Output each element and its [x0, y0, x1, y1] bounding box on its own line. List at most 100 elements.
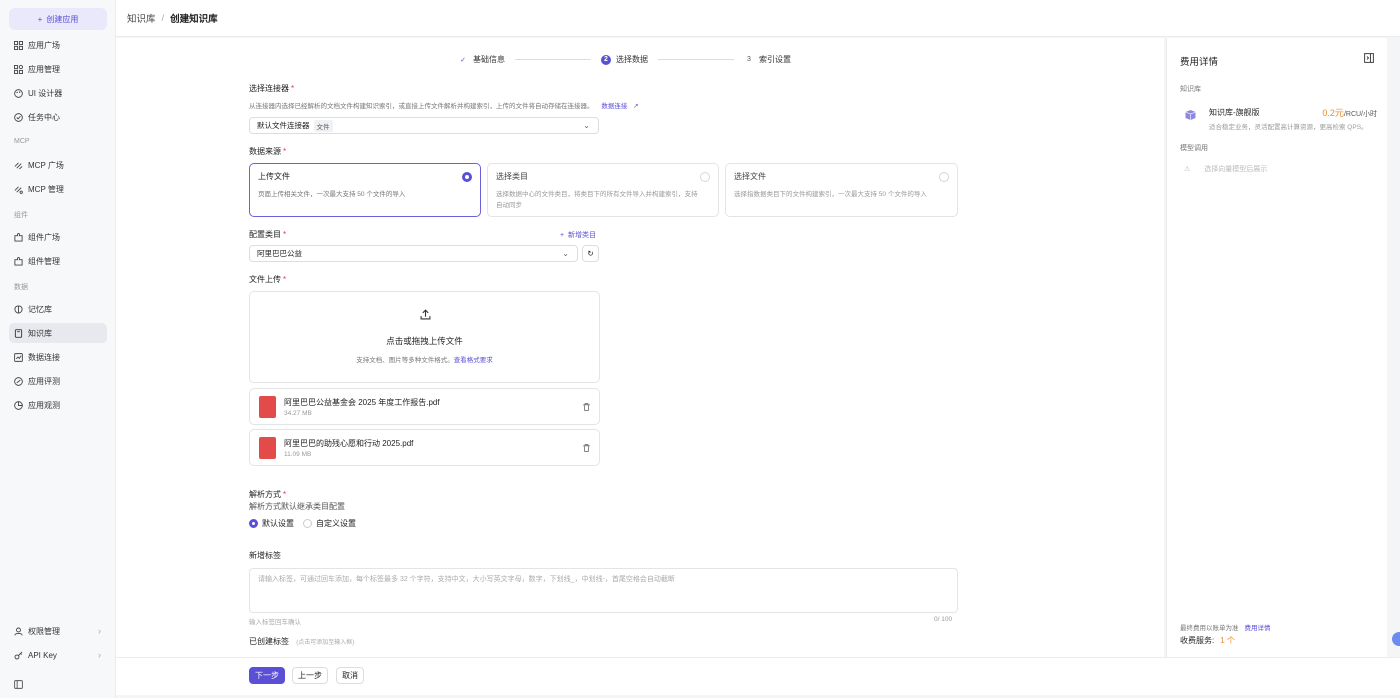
sidebar-item-app-plaza[interactable]: 应用广场 [9, 35, 107, 55]
chart-icon [14, 352, 23, 362]
step-basic-info: ✓ 基础信息 [458, 54, 505, 65]
kb-section-label: 知识库 [1180, 86, 1201, 93]
sidebar-item-api-key[interactable]: API Key › [9, 645, 107, 665]
nav-group-data: 数据 [14, 284, 28, 291]
kb-price: 0.2元/RCU/小时 [1322, 108, 1377, 118]
sidebar-item-memory[interactable]: 记忆库 [9, 299, 107, 319]
book-icon [14, 328, 23, 338]
step-divider [658, 59, 734, 60]
category-label: 配置类目 * [249, 230, 287, 239]
sidebar-item-app-manage[interactable]: 应用管理 [9, 59, 107, 79]
sidebar-item-component-manage[interactable]: 组件管理 [9, 251, 107, 271]
radio-selected[interactable] [462, 172, 472, 182]
sidebar-item-mcp-plaza[interactable]: MCP 广场 [9, 155, 107, 175]
step-select-data: 2 选择数据 [601, 54, 648, 65]
sidebar-item-app-eval[interactable]: 应用评测 [9, 371, 107, 391]
cost-panel-title: 费用详情 [1180, 57, 1219, 68]
chevron-down-icon: ⌄ [562, 249, 569, 258]
source-option-file[interactable]: 选择文件 选择指数据类目下的文件构建索引，一次最大支持 50 个文件的导入 [725, 163, 958, 217]
connector-type-tag: 文件 [313, 119, 333, 132]
mcp-icon [14, 161, 23, 170]
pie-icon [14, 400, 23, 410]
create-app-button[interactable]: + 创建应用 [9, 8, 107, 30]
connector-select[interactable]: 默认文件连接器 文件 ⌄ [249, 117, 599, 134]
source-option-upload[interactable]: 上传文件 页面上传相关文件，一次最大支持 50 个文件的导入 [249, 163, 481, 217]
source-option-category[interactable]: 选择类目 选择数据中心的文件类目，将类目下的所有文件导入并构建索引，支持自动同步 [487, 163, 719, 217]
breadcrumb: 知识库 / 创建知识库 [116, 0, 1400, 37]
created-tags-label: 已创建标签 (点击可添加至输入框) [249, 637, 355, 646]
step-indicator: ✓ 基础信息 2 选择数据 3 索引设置 [458, 54, 791, 65]
chevron-right-icon: › [98, 626, 101, 636]
panel-collapse-icon[interactable] [1364, 53, 1374, 63]
sidebar: + 创建应用 应用广场 应用管理 UI 设计器 任务中心 MCP MCP 广场 … [0, 0, 116, 698]
add-category-button[interactable]: + 新增类目 [560, 230, 596, 240]
cost-panel: 费用详情 知识库 知识库-旗舰版 0.2元/RCU/小时 适合稳定业务，灵活配置… [1166, 38, 1387, 657]
footer-actions: 下一步 上一步 取消 [116, 657, 1400, 695]
sidebar-item-data-connection[interactable]: 数据连接 [9, 347, 107, 367]
next-button[interactable]: 下一步 [249, 667, 285, 684]
upload-dropzone[interactable]: 点击或拖拽上传文件 支持文档、图片等多种文件格式。查看格式要求 [249, 291, 600, 383]
sidebar-item-knowledge-base[interactable]: 知识库 [9, 323, 107, 343]
sidebar-item-mcp-manage[interactable]: MCP 管理 [9, 179, 107, 199]
user-icon [14, 627, 23, 636]
component-manage-icon [14, 256, 23, 266]
chevron-right-icon: › [98, 650, 101, 660]
trash-icon[interactable] [582, 402, 591, 412]
connector-hint: 从连接器内选择已经解析的文档文件构建知识索引，或直接上传文件解析并构建索引，上传… [249, 103, 639, 110]
breadcrumb-separator: / [161, 12, 165, 24]
nav-group-component: 组件 [14, 212, 28, 219]
radio-unselected[interactable] [939, 172, 949, 182]
parse-option-default[interactable]: 默认设置 [249, 518, 294, 529]
data-connection-link[interactable]: 数据连接 [601, 103, 627, 110]
puzzle-icon [14, 232, 23, 242]
file-item: 阿里巴巴的助残心愿和行动 2025.pdf 11.09 MB [249, 429, 600, 466]
upload-label: 文件上传 * [249, 275, 287, 284]
file-item: 阿里巴巴公益基金会 2025 年度工作报告.pdf 34.27 MB [249, 388, 600, 425]
tags-input[interactable]: 请输入标签，可通过回车添加，每个标签最多 32 个字符，支持中文，大小写英文字母… [249, 568, 958, 613]
radio-unselected[interactable] [700, 172, 710, 182]
key-icon [14, 651, 23, 660]
sidebar-collapse-icon[interactable] [14, 680, 23, 689]
upload-icon [420, 309, 431, 320]
trash-icon[interactable] [582, 443, 591, 453]
cancel-button[interactable]: 取消 [336, 667, 364, 684]
category-select[interactable]: 阿里巴巴公益 ⌄ [249, 245, 578, 262]
tags-label: 新增标签 [249, 551, 281, 560]
check-icon: ✓ [460, 56, 466, 64]
sidebar-item-permission[interactable]: 权限管理 › [9, 621, 107, 641]
main-form: ✓ 基础信息 2 选择数据 3 索引设置 选择连接器 * 从连接器内选择已经解析的… [116, 38, 1164, 657]
plus-icon: + [37, 14, 43, 24]
pdf-icon [259, 437, 276, 459]
sidebar-item-component-plaza[interactable]: 组件广场 [9, 227, 107, 247]
connector-label: 选择连接器 * [249, 84, 295, 93]
tags-below-hint: 输入标签回车确认 [249, 619, 301, 626]
model-section-label: 模型调用 [1180, 145, 1208, 152]
sidebar-item-task-center[interactable]: 任务中心 [9, 107, 107, 127]
memory-icon [14, 304, 23, 314]
step-index-settings: 3 索引设置 [747, 55, 791, 64]
breadcrumb-knowledge-base[interactable]: 知识库 [127, 11, 156, 25]
prev-button[interactable]: 上一步 [292, 667, 328, 684]
sidebar-item-app-observe[interactable]: 应用观测 [9, 395, 107, 415]
billing-details-link[interactable]: 费用详情 [1245, 625, 1271, 632]
grid-icon [14, 40, 23, 50]
eval-icon [14, 376, 23, 386]
pdf-icon [259, 396, 276, 418]
kb-cube-icon [1185, 110, 1196, 120]
sidebar-item-ui-designer[interactable]: UI 设计器 [9, 83, 107, 103]
nav-group-mcp: MCP [14, 138, 30, 145]
billing-note: 最终费用以账单为准 费用详情 [1180, 625, 1271, 632]
floating-helper-button[interactable] [1392, 632, 1400, 646]
external-link-icon: ↗ [633, 103, 639, 110]
warning-icon: ⚠ [1184, 166, 1191, 173]
step-divider [515, 59, 591, 60]
format-requirements-link[interactable]: 查看格式要求 [454, 357, 493, 364]
palette-icon [14, 88, 23, 98]
refresh-icon: ↻ [587, 249, 594, 258]
task-icon [14, 112, 23, 122]
refresh-button[interactable]: ↻ [582, 245, 599, 262]
parse-option-custom[interactable]: 自定义设置 [303, 518, 356, 529]
breadcrumb-current: 创建知识库 [170, 14, 218, 25]
apps-icon [14, 64, 23, 74]
source-label: 数据来源 * [249, 147, 287, 156]
